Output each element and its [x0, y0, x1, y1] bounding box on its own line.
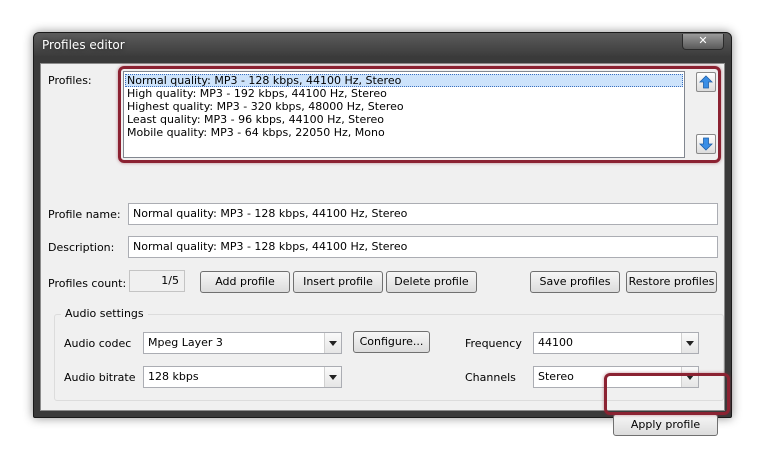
dialog-client-area: Profiles: Normal quality: MP3 - 128 kbps… — [40, 63, 725, 436]
chevron-down-icon[interactable] — [324, 367, 341, 387]
apply-profile-button[interactable]: Apply profile — [613, 414, 718, 436]
profiles-list[interactable]: Normal quality: MP3 - 128 kbps, 44100 Hz… — [123, 71, 685, 158]
restore-profiles-button[interactable]: Restore profiles — [626, 271, 717, 293]
close-button[interactable]: ✕ — [682, 34, 724, 50]
move-down-button[interactable] — [696, 134, 716, 154]
arrow-down-icon — [699, 137, 713, 151]
list-item[interactable]: Normal quality: MP3 - 128 kbps, 44100 Hz… — [125, 74, 683, 87]
frequency-select[interactable]: 44100 — [533, 332, 699, 354]
close-icon: ✕ — [698, 34, 708, 47]
frequency-label: Frequency — [465, 337, 522, 350]
list-item[interactable]: Mobile quality: MP3 - 64 kbps, 22050 Hz,… — [125, 126, 683, 139]
audio-bitrate-value: 128 kbps — [148, 370, 199, 383]
list-item[interactable]: High quality: MP3 - 192 kbps, 44100 Hz, … — [125, 87, 683, 100]
description-label: Description: — [48, 241, 115, 254]
audio-codec-label: Audio codec — [64, 337, 132, 350]
insert-profile-button[interactable]: Insert profile — [293, 271, 383, 293]
list-item[interactable]: Highest quality: MP3 - 320 kbps, 48000 H… — [125, 100, 683, 113]
chevron-down-icon[interactable] — [681, 367, 698, 387]
profiles-label: Profiles: — [48, 74, 92, 87]
audio-codec-select[interactable]: Mpeg Layer 3 — [143, 332, 342, 354]
channels-select[interactable]: Stereo — [533, 366, 699, 388]
audio-bitrate-label: Audio bitrate — [64, 371, 136, 384]
description-field[interactable]: Normal quality: MP3 - 128 kbps, 44100 Hz… — [128, 236, 718, 258]
chevron-down-icon[interactable] — [681, 333, 698, 353]
save-profiles-button[interactable]: Save profiles — [530, 271, 620, 293]
chevron-down-icon[interactable] — [324, 333, 341, 353]
profiles-count-label: Profiles count: — [48, 277, 127, 290]
list-item[interactable]: Least quality: MP3 - 96 kbps, 44100 Hz, … — [125, 113, 683, 126]
add-profile-button[interactable]: Add profile — [200, 271, 290, 293]
profile-name-label: Profile name: — [48, 208, 121, 221]
audio-settings-title: Audio settings — [61, 307, 148, 320]
profile-name-field[interactable]: Normal quality: MP3 - 128 kbps, 44100 Hz… — [128, 203, 718, 225]
frequency-value: 44100 — [538, 336, 573, 349]
channels-label: Channels — [465, 371, 516, 384]
profiles-count-value: 1/5 — [129, 270, 185, 292]
audio-codec-value: Mpeg Layer 3 — [148, 336, 223, 349]
profiles-editor-window: Profiles editor ✕ Profiles: Normal quali… — [33, 32, 732, 436]
title-bar[interactable]: Profiles editor ✕ — [34, 33, 731, 56]
window-title: Profiles editor — [42, 38, 125, 52]
configure-button[interactable]: Configure... — [353, 331, 430, 353]
channels-value: Stereo — [538, 370, 574, 383]
move-up-button[interactable] — [696, 72, 716, 92]
delete-profile-button[interactable]: Delete profile — [386, 271, 477, 293]
audio-bitrate-select[interactable]: 128 kbps — [143, 366, 342, 388]
arrow-up-icon — [699, 75, 713, 89]
